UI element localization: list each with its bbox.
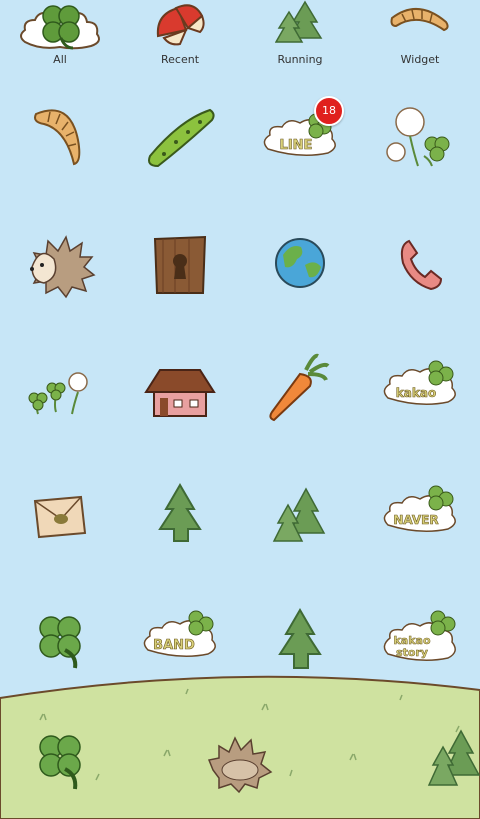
kakao-logo-text: kakao	[396, 386, 436, 400]
band-logo-text: BAND	[153, 638, 195, 653]
apple-slices-icon	[156, 4, 205, 46]
tree-icon	[158, 483, 202, 542]
hedgehog-icon	[207, 736, 273, 794]
dock-trees[interactable]	[390, 725, 480, 805]
app-phone[interactable]	[360, 225, 480, 315]
tab-label: Running	[277, 53, 323, 66]
clover-cloud-icon	[20, 5, 100, 50]
app-envelope[interactable]	[0, 475, 120, 565]
app-worm[interactable]	[0, 100, 120, 190]
phone-icon	[400, 239, 443, 291]
kakaostory-cloud-icon: kakao story	[383, 610, 456, 661]
line-logo-text: LINE	[280, 138, 313, 153]
app-house[interactable]	[120, 350, 240, 440]
app-trees[interactable]	[240, 475, 360, 565]
carrot-icon	[269, 353, 330, 422]
flowers-icon	[28, 372, 88, 415]
app-wood-lock[interactable]	[120, 225, 240, 315]
tree-icon	[278, 608, 322, 669]
tab-label: Widget	[400, 53, 440, 66]
clover-icon	[39, 616, 81, 669]
tab-label: All	[53, 53, 67, 66]
app-naver[interactable]: NAVER	[360, 475, 480, 565]
notification-badge: 18	[314, 96, 344, 126]
trees-icon	[275, 0, 323, 43]
worm-icon	[34, 109, 81, 166]
kakao-cloud-icon: kakao	[383, 360, 456, 405]
envelope-icon	[33, 495, 87, 539]
tab-running[interactable]: Running	[240, 0, 360, 72]
dock-clover[interactable]	[0, 725, 120, 805]
tab-all[interactable]: All	[0, 0, 120, 72]
cucumber-icon	[148, 108, 215, 168]
tab-recent[interactable]: Recent	[120, 0, 240, 72]
tab-label: Recent	[160, 53, 200, 66]
trees-icon	[272, 487, 326, 542]
hedgehog-icon	[30, 235, 96, 299]
app-kakao[interactable]: kakao	[360, 350, 480, 440]
naver-logo-text: NAVER	[393, 513, 438, 527]
globe-icon	[275, 238, 325, 288]
app-tree[interactable]	[120, 475, 240, 565]
app-carrot[interactable]	[240, 350, 360, 440]
kakaostory-logo-text-2: story	[396, 646, 428, 659]
keyhole-wood-icon	[153, 235, 207, 294]
app-globe[interactable]	[240, 225, 360, 315]
app-hedgehog[interactable]	[0, 225, 120, 315]
house-icon	[144, 369, 216, 417]
app-line[interactable]: LINE	[240, 105, 360, 195]
app-flowers[interactable]	[0, 350, 120, 440]
clover-icon	[39, 735, 81, 790]
tab-widget[interactable]: Widget	[360, 0, 480, 72]
app-clover-flower[interactable]	[360, 100, 480, 190]
app-cucumber[interactable]	[120, 100, 240, 190]
worm-icon	[390, 7, 449, 32]
clover-flower-icon	[386, 107, 450, 167]
band-cloud-icon: BAND	[143, 610, 216, 657]
trees-icon	[427, 729, 480, 786]
dock-hedgehog[interactable]	[180, 730, 300, 810]
naver-cloud-icon: NAVER	[383, 485, 456, 532]
